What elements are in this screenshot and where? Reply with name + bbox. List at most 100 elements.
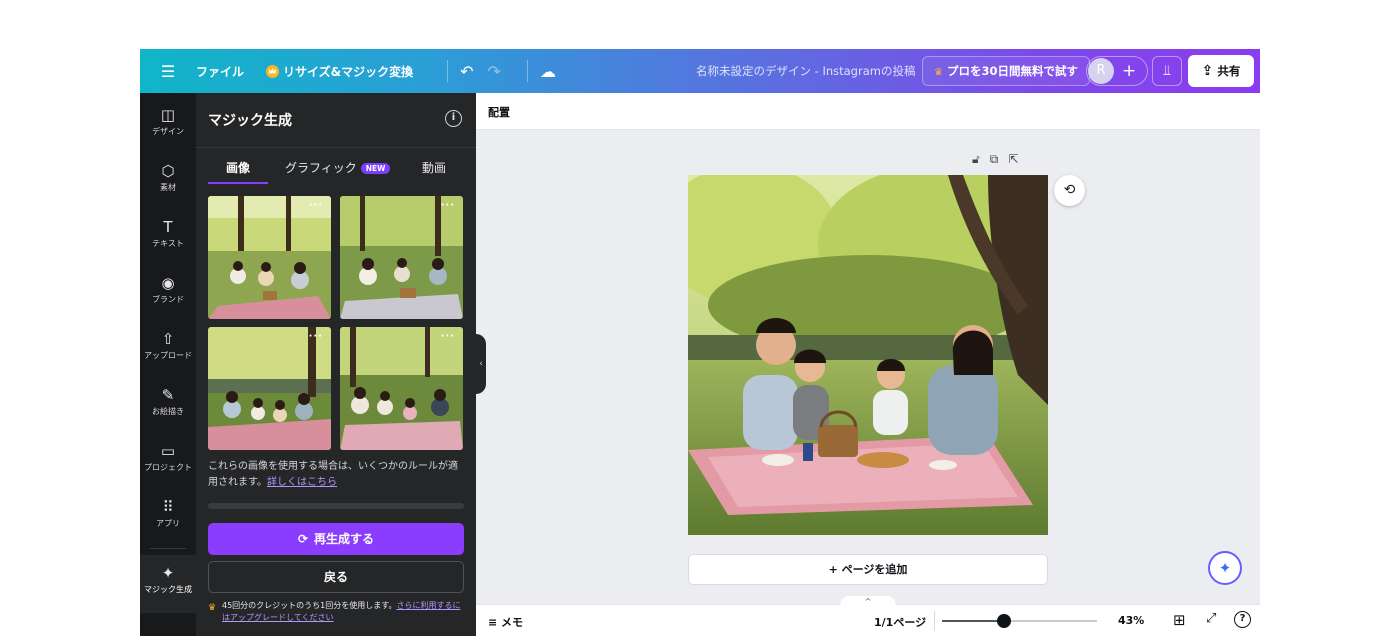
upload-icon: ⇧ — [161, 330, 175, 348]
cloud-sync-icon[interactable]: ☁ — [540, 62, 556, 81]
grid-view-icon[interactable]: ⊞ — [1173, 611, 1186, 629]
rail-item-magic-gen[interactable]: ✦ マジック生成 — [140, 555, 196, 613]
divider — [196, 147, 476, 148]
crown-icon: ♛ — [208, 603, 217, 613]
pro-trial-button[interactable]: ♛ プロを30日間無料で試す — [922, 56, 1090, 86]
lock-icon[interactable]: 🔓︎ — [972, 152, 980, 166]
info-icon[interactable]: i — [445, 110, 462, 127]
back-button[interactable]: 戻る — [208, 561, 464, 593]
undo-icon[interactable]: ↶ — [460, 62, 473, 81]
more-options-icon[interactable]: ··· — [441, 200, 455, 211]
zoom-level[interactable]: 43% — [1118, 614, 1144, 627]
notes-button[interactable]: ≡ メモ — [488, 614, 523, 630]
credits-text: 45回分のクレジットのうち1回分を使用します。 — [222, 601, 397, 610]
rail-label: アップロード — [144, 351, 192, 360]
text-icon: T — [163, 218, 173, 236]
regenerate-button[interactable]: ⟳ 再生成する — [208, 523, 464, 555]
result-image[interactable]: ··· — [208, 196, 331, 319]
position-button[interactable]: 配置 — [488, 104, 510, 120]
rail-item-elements[interactable]: ⬡ 素材 — [140, 163, 196, 193]
rail-item-projects[interactable]: ▭ プロジェクト — [140, 443, 196, 473]
page-indicator[interactable]: 1/1ページ — [874, 614, 926, 630]
zoom-slider-fill — [942, 620, 1004, 622]
avatar[interactable]: R — [1088, 58, 1114, 84]
design-page[interactable] — [688, 175, 1048, 535]
notes-icon: ≡ — [488, 616, 502, 629]
result-grid: ··· ··· ··· ··· — [208, 196, 464, 450]
document-title[interactable]: 名称未設定のデザイン - Instagramの投稿 — [696, 49, 915, 93]
context-toolbar: 配置 — [476, 93, 1260, 130]
rail-item-upload[interactable]: ⇧ アップロード — [140, 331, 196, 361]
scroll-track[interactable] — [208, 503, 464, 509]
tab-graphics[interactable]: グラフィック NEW — [285, 159, 391, 176]
divider — [934, 611, 935, 631]
add-page-icon[interactable]: ⇱ — [1008, 152, 1018, 166]
more-options-icon[interactable]: ··· — [309, 331, 323, 342]
magic-gen-panel: マジック生成 i 画像 グラフィック NEW 動画 ··· ··· ··· ··… — [196, 93, 476, 636]
tab-indicator — [208, 182, 268, 184]
bottom-bar: ^ ≡ メモ 1/1ページ 43% ⊞ ⤢ ? — [476, 596, 1260, 636]
draw-icon: ✎ — [161, 386, 175, 404]
collapse-panel-handle[interactable]: ‹ — [476, 334, 486, 394]
resize-button[interactable]: リサイズ&マジック変換 — [266, 63, 413, 80]
result-image[interactable]: ··· — [340, 196, 463, 319]
result-image[interactable]: ··· — [208, 327, 331, 450]
rail-item-text[interactable]: T テキスト — [140, 219, 196, 249]
projects-icon: ▭ — [160, 442, 176, 460]
rail-item-design[interactable]: ◫ デザイン — [140, 107, 196, 137]
zoom-slider-handle[interactable] — [997, 614, 1011, 628]
help-icon[interactable]: ? — [1234, 611, 1251, 628]
picnic-image — [688, 175, 1048, 535]
result-image[interactable]: ··· — [340, 327, 463, 450]
brand-icon: ◉ — [161, 274, 175, 292]
crown-icon — [266, 64, 280, 78]
rail-item-brand[interactable]: ◉ ブランド — [140, 275, 196, 305]
share-icon: ⇪ — [1201, 63, 1214, 79]
analytics-icon[interactable]: ⫫ — [1152, 56, 1182, 86]
share-label: 共有 — [1217, 64, 1241, 78]
panel-title: マジック生成 — [208, 113, 292, 129]
redo-icon[interactable]: ↷ — [488, 62, 501, 81]
rail-label: 素材 — [160, 183, 176, 192]
rail-label: プロジェクト — [144, 463, 192, 472]
divider — [526, 60, 528, 82]
notes-label: メモ — [501, 616, 524, 629]
share-button[interactable]: ⇪ 共有 — [1188, 55, 1254, 87]
more-options-icon[interactable]: ··· — [441, 331, 455, 342]
duplicate-page-icon[interactable]: ⧉ — [990, 152, 999, 166]
collaborators-group: R + — [1086, 56, 1148, 86]
add-page-button[interactable]: + ページを追加 — [688, 554, 1048, 585]
rail-item-draw[interactable]: ✎ お絵描き — [140, 387, 196, 417]
zoom-slider[interactable] — [942, 614, 1097, 628]
credits-note: ♛ 45回分のクレジットのうち1回分を使用します。さらに利用するにはアップグレード… — [208, 600, 468, 624]
rail-label: マジック生成 — [144, 585, 192, 594]
rail-label: ブランド — [152, 295, 184, 304]
design-icon: ◫ — [160, 106, 176, 124]
elements-icon: ⬡ — [161, 162, 175, 180]
crown-icon: ♛ — [934, 67, 943, 78]
more-options-icon[interactable]: ··· — [309, 200, 323, 211]
magic-assistant-icon[interactable]: ✦ — [1208, 551, 1242, 585]
fullscreen-icon[interactable]: ⤢ — [1206, 611, 1216, 626]
divider — [150, 548, 186, 549]
tab-images[interactable]: 画像 — [226, 159, 250, 176]
magic-gen-icon: ✦ — [161, 564, 175, 582]
rail-item-apps[interactable]: ⠿ アプリ — [140, 499, 196, 529]
picnic-image — [340, 327, 463, 450]
panel-tabs: 画像 グラフィック NEW 動画 — [208, 159, 464, 184]
rail-label: テキスト — [152, 239, 184, 248]
refresh-icon: ⟳ — [297, 532, 309, 546]
picnic-image — [208, 327, 331, 450]
usage-rules-note: これらの画像を使用する場合は、いくつかのルールが適用されます。詳しくはこちら — [208, 459, 466, 491]
divider — [447, 60, 449, 82]
refresh-icon[interactable]: ⟲ — [1054, 175, 1085, 206]
file-menu[interactable]: ファイル — [196, 63, 244, 80]
learn-more-link[interactable]: 詳しくはこちら — [267, 477, 337, 488]
top-bar: ☰ ファイル リサイズ&マジック変換 ↶ ↷ ☁ 名称未設定のデザイン - In… — [140, 49, 1260, 93]
chevron-up-icon[interactable]: ^ — [840, 596, 896, 606]
pro-trial-label: プロを30日間無料で試す — [946, 64, 1078, 78]
hamburger-icon[interactable]: ☰ — [140, 62, 196, 81]
picnic-image — [340, 196, 463, 319]
add-collaborator-button[interactable]: + — [1122, 57, 1136, 85]
tab-video[interactable]: 動画 — [422, 159, 446, 176]
